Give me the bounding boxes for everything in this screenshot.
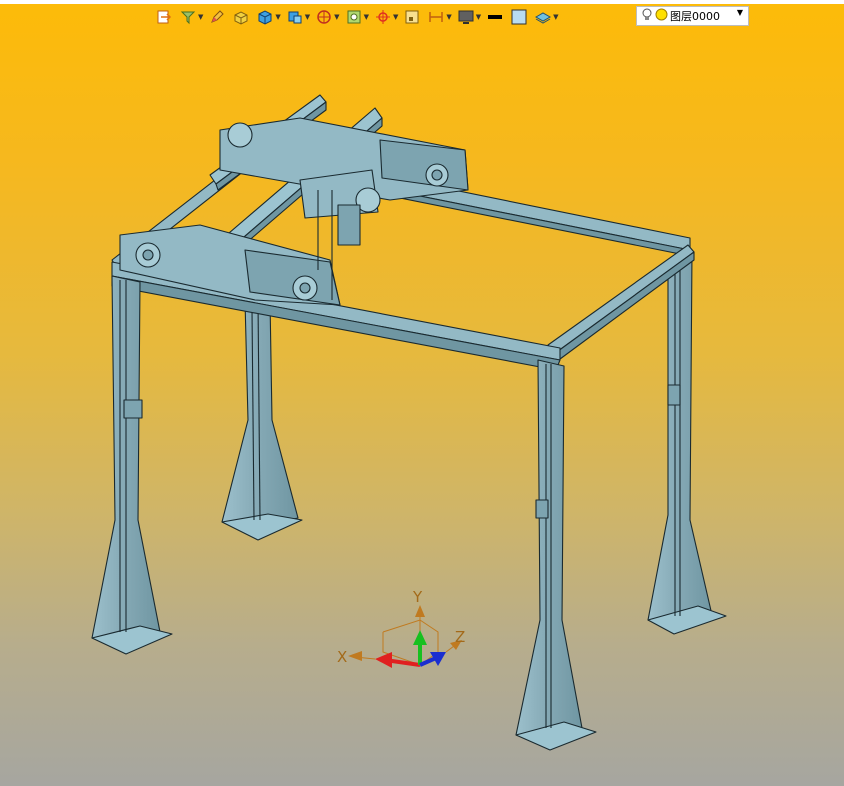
y-axis-label: Y (412, 588, 423, 606)
leg-front-right (515, 359, 597, 751)
x-axis-arrow (348, 651, 421, 668)
gantry-crane-model[interactable] (91, 94, 727, 751)
3d-viewport[interactable]: X Y Z (0, 0, 844, 786)
leg-back-left (221, 299, 303, 541)
x-axis-label: X (337, 648, 347, 666)
leg-back-right (647, 251, 727, 635)
axis-triad[interactable]: X Y Z (337, 588, 465, 668)
z-axis-label: Z (455, 628, 465, 646)
y-axis-arrow (413, 605, 427, 665)
leg-front-left (91, 275, 173, 655)
